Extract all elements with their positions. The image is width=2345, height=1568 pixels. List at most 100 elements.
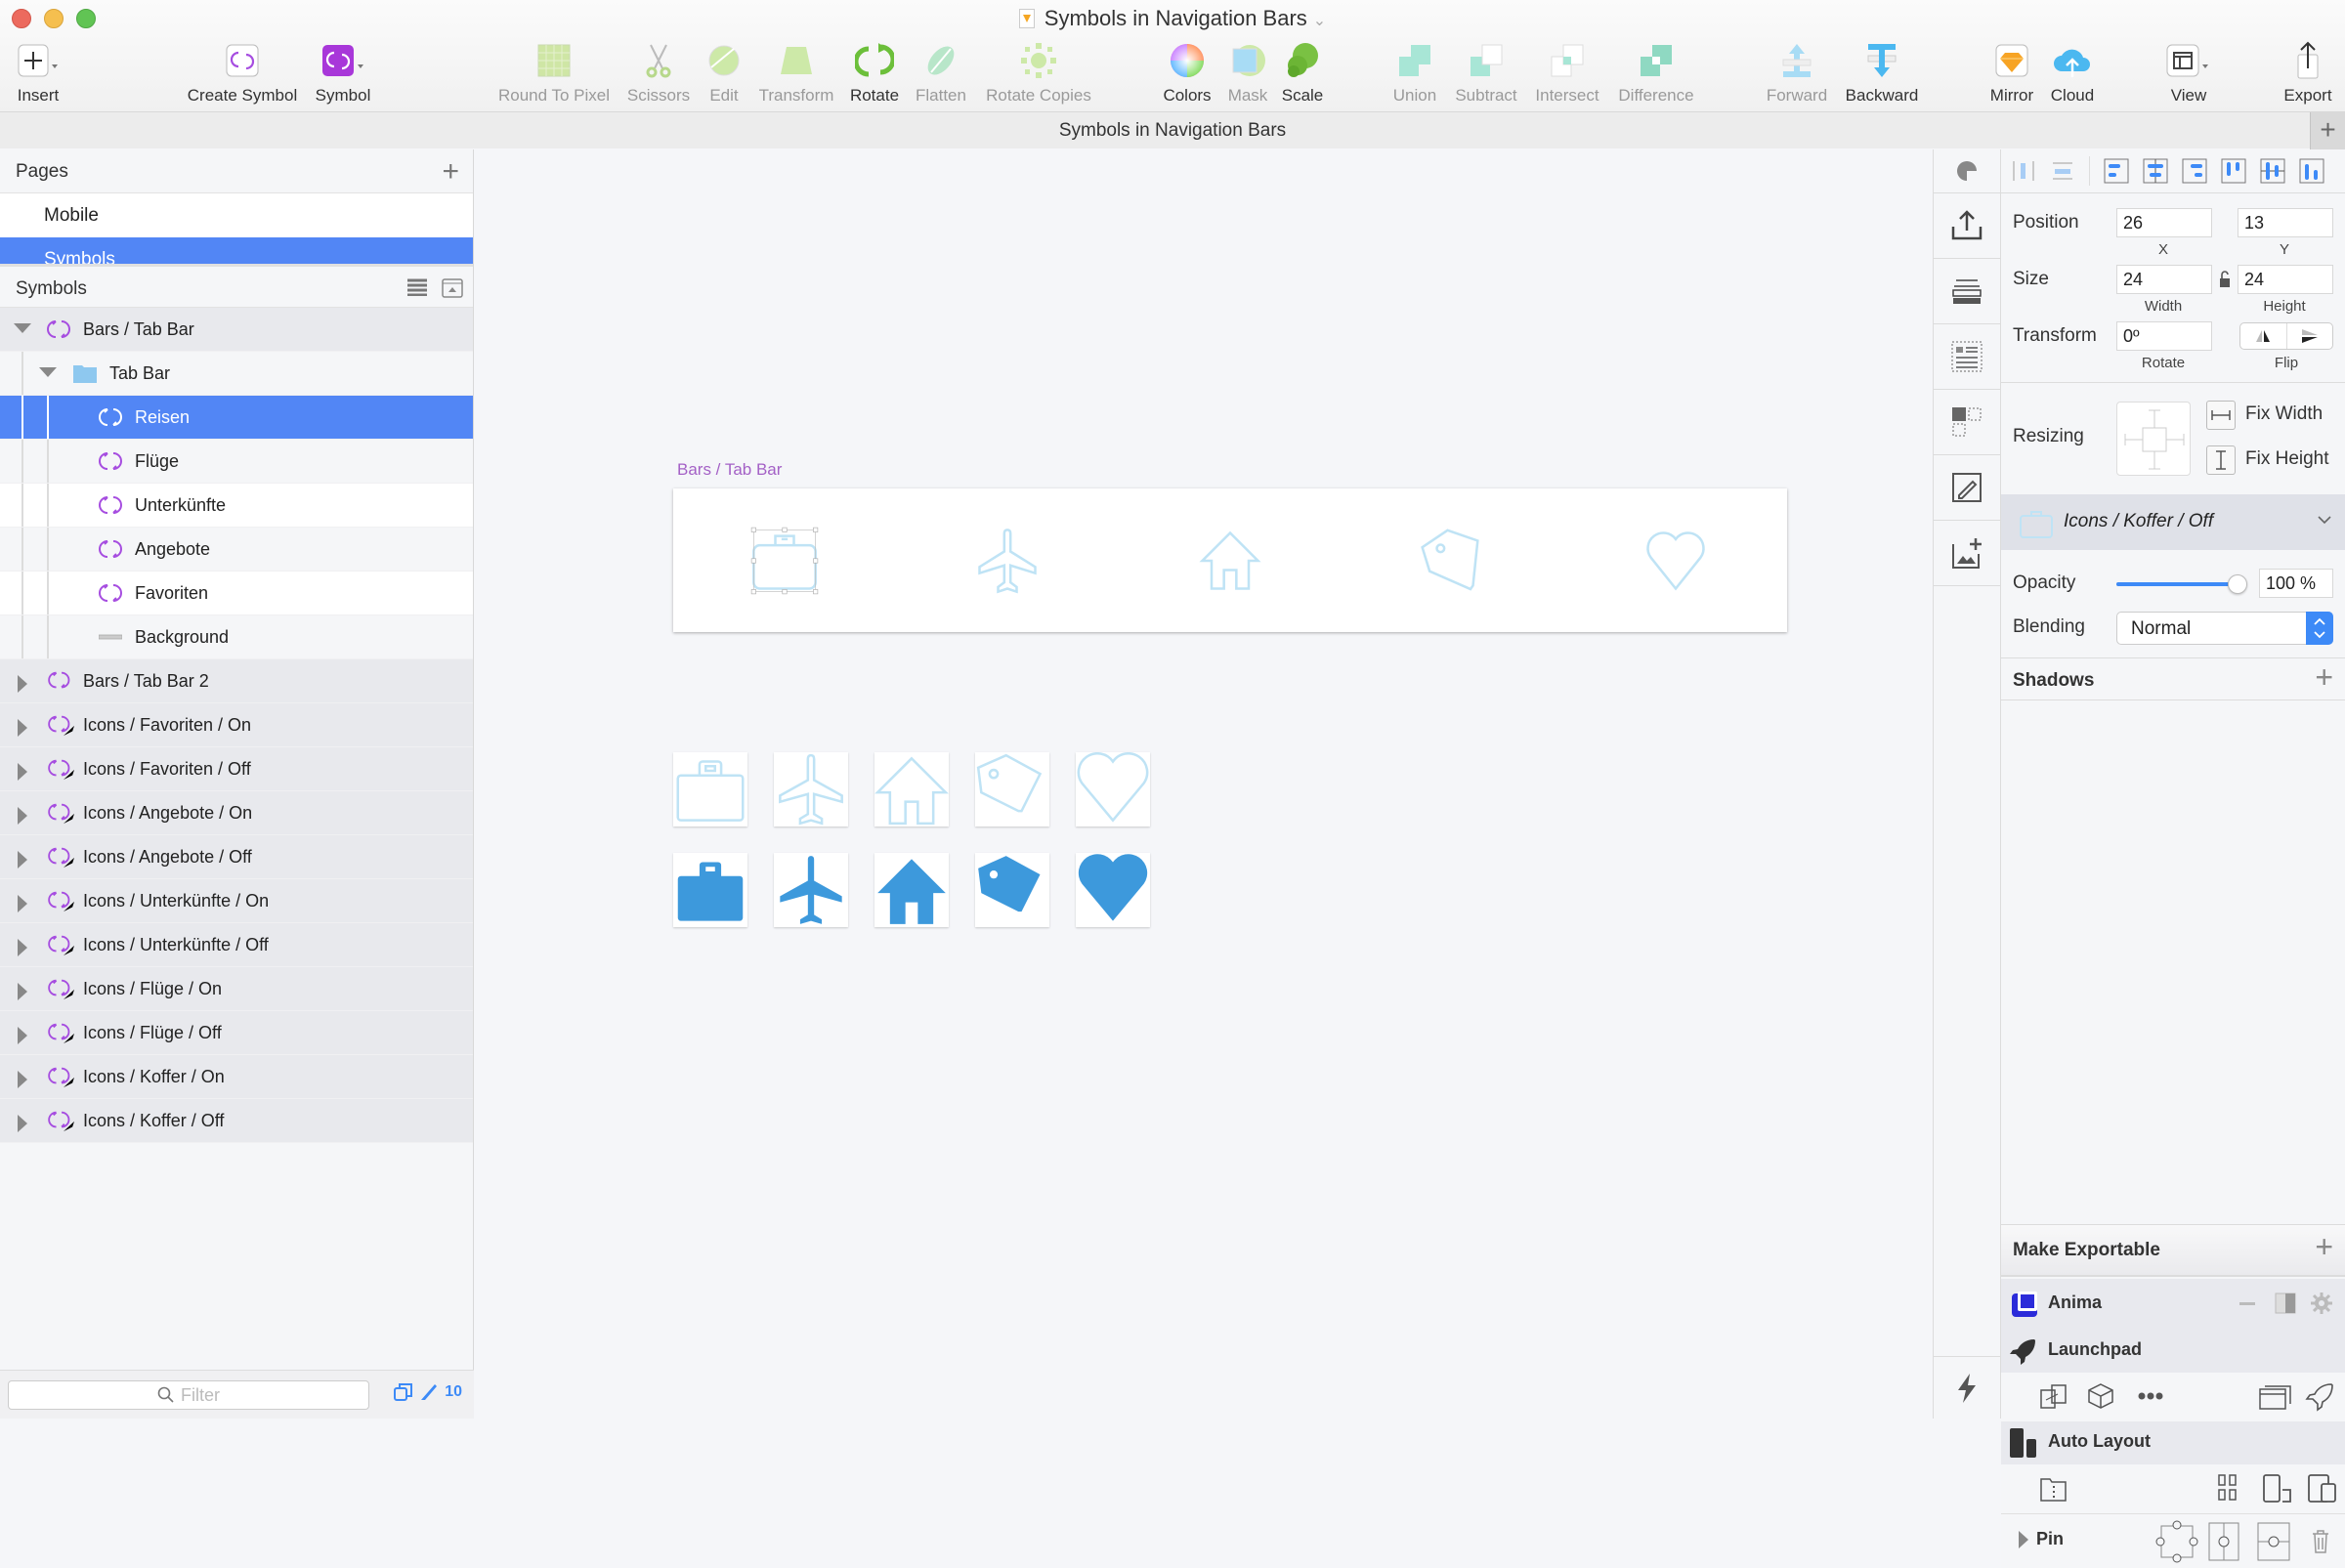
y-field[interactable]: 13	[2238, 208, 2333, 237]
layer-row[interactable]: Icons / Flüge / On	[0, 967, 473, 1011]
disclosure-triangle-icon[interactable]	[18, 807, 27, 825]
layer-row[interactable]: Icons / Unterkünfte / On	[0, 879, 473, 923]
disclosure-triangle-icon[interactable]	[14, 323, 31, 333]
layer-row[interactable]: Icons / Koffer / Off	[0, 1099, 473, 1143]
export-button[interactable]: Export	[2279, 39, 2337, 106]
disclosure-triangle-icon[interactable]	[18, 1027, 27, 1044]
flatten-button[interactable]: Flatten	[911, 39, 971, 106]
disclosure-triangle-icon[interactable]	[18, 939, 27, 956]
disclosure-triangle-icon[interactable]	[18, 763, 27, 781]
fix-width-toggle[interactable]	[2206, 401, 2236, 430]
tab-icon-fluege[interactable]	[970, 524, 1045, 598]
cloud-button[interactable]: Cloud	[2046, 39, 2099, 106]
icon-tile-unterkuenfte-on[interactable]	[874, 853, 949, 927]
document-tab[interactable]: Symbols in Navigation Bars	[1059, 120, 1286, 141]
create-symbol-button[interactable]: Create Symbol	[182, 39, 303, 106]
window-title[interactable]: Symbols in Navigation Bars ⌄	[0, 6, 2345, 31]
disclosure-triangle-icon[interactable]	[39, 367, 57, 377]
mirror-button[interactable]: Mirror	[1985, 39, 2038, 106]
x-field[interactable]: 26	[2116, 208, 2212, 237]
tab-icon-unterkuenfte[interactable]	[1193, 524, 1267, 598]
icon-tile-favoriten-off[interactable]	[1076, 752, 1150, 826]
edit-button[interactable]: Edit	[704, 39, 745, 106]
page-item-mobile[interactable]: Mobile	[0, 193, 473, 237]
backward-button[interactable]: Backward	[1841, 39, 1923, 106]
icon-tile-koffer-on[interactable]	[673, 853, 747, 927]
disclosure-triangle-icon[interactable]	[18, 983, 27, 1000]
layer-row[interactable]: Icons / Flüge / Off	[0, 1011, 473, 1055]
insert-button[interactable]: Insert	[12, 39, 64, 106]
icon-tile-unterkuenfte-off[interactable]	[874, 752, 949, 826]
icon-tile-fluege-off[interactable]	[774, 752, 848, 826]
panel-toggle-icon[interactable]	[2275, 1293, 2296, 1314]
collapse-panel-icon[interactable]	[442, 278, 463, 298]
pin-all-edges-icon[interactable]	[2155, 1520, 2198, 1563]
pin-horizontal-center-icon[interactable]	[2208, 1522, 2239, 1561]
tab-icon-angebote[interactable]	[1416, 524, 1490, 598]
filter-input[interactable]: Filter	[8, 1380, 369, 1410]
scissors-button[interactable]: Scissors	[623, 39, 694, 106]
distribute-vertical-icon[interactable]	[2050, 158, 2075, 184]
device-preview-icon[interactable]	[2263, 1474, 2292, 1504]
rail-export-button[interactable]	[1934, 193, 2000, 259]
symbols-filter-icon[interactable]	[394, 1382, 413, 1402]
rotate-copies-button[interactable]: Rotate Copies	[979, 39, 1098, 106]
disclosure-triangle-icon[interactable]	[2019, 1531, 2028, 1548]
icon-tile-angebote-on[interactable]	[975, 853, 1049, 927]
fix-height-toggle[interactable]	[2206, 445, 2236, 475]
add-export-button[interactable]: +	[2315, 1229, 2333, 1265]
layer-row[interactable]: Flüge	[0, 440, 473, 484]
artboard-label[interactable]: Bars / Tab Bar	[677, 460, 782, 480]
disclosure-triangle-icon[interactable]	[18, 895, 27, 912]
minimize-icon[interactable]	[2239, 1302, 2255, 1305]
add-page-button[interactable]: +	[442, 149, 459, 193]
browser-window-icon[interactable]	[2259, 1384, 2292, 1410]
rail-content-button[interactable]	[1934, 324, 2000, 390]
trash-icon[interactable]	[2312, 1530, 2329, 1553]
gear-icon[interactable]	[2310, 1292, 2333, 1315]
pin-vertical-center-icon[interactable]	[2257, 1522, 2290, 1561]
subtract-button[interactable]: Subtract	[1450, 39, 1522, 106]
canvas[interactable]: Bars / Tab Bar	[475, 149, 1933, 1419]
rail-edit-button[interactable]	[1934, 455, 2000, 521]
flip-vertical-button[interactable]	[2287, 323, 2333, 349]
opacity-field[interactable]: 100 %	[2259, 569, 2333, 598]
icon-tile-fluege-on[interactable]	[774, 853, 848, 927]
layer-row[interactable]: Icons / Favoriten / Off	[0, 747, 473, 791]
list-view-icon[interactable]	[406, 278, 428, 296]
slice-filter-icon[interactable]	[419, 1382, 439, 1402]
view-button[interactable]: View	[2159, 39, 2218, 106]
symbol-override-selector[interactable]: Icons / Koffer / Off	[2001, 494, 2345, 550]
disclosure-triangle-icon[interactable]	[18, 675, 27, 693]
intersect-button[interactable]: Intersect	[1530, 39, 1604, 106]
width-field[interactable]: 24	[2116, 265, 2212, 294]
lock-open-icon[interactable]	[2218, 271, 2232, 288]
layer-row[interactable]: Reisen	[0, 396, 473, 440]
new-tab-button[interactable]: +	[2310, 112, 2345, 149]
rocket-outline-icon[interactable]	[2304, 1382, 2333, 1412]
align-bottom-icon[interactable]	[2299, 158, 2324, 184]
layer-row[interactable]: Unterkünfte	[0, 484, 473, 528]
icon-tile-angebote-off[interactable]	[975, 752, 1049, 826]
disclosure-triangle-icon[interactable]	[18, 1071, 27, 1088]
layer-row[interactable]: Bars / Tab Bar	[0, 308, 473, 352]
opacity-slider[interactable]	[2116, 574, 2247, 594]
align-middle-vertical-icon[interactable]	[2260, 158, 2285, 184]
tab-icon-reisen[interactable]	[747, 524, 822, 598]
layer-row[interactable]: Favoriten	[0, 572, 473, 615]
align-top-icon[interactable]	[2221, 158, 2246, 184]
layer-row[interactable]: Icons / Angebote / On	[0, 791, 473, 835]
flip-horizontal-button[interactable]	[2240, 323, 2287, 349]
rail-layers-button[interactable]	[1934, 259, 2000, 324]
align-right-icon[interactable]	[2182, 158, 2207, 184]
page-item-symbols[interactable]: Symbols	[0, 237, 473, 264]
disclosure-triangle-icon[interactable]	[18, 851, 27, 869]
rotate-field[interactable]: 0º	[2116, 321, 2212, 351]
layer-row[interactable]: Icons / Koffer / On	[0, 1055, 473, 1099]
transform-button[interactable]: Transform	[756, 39, 836, 106]
more-icon[interactable]	[2138, 1392, 2163, 1400]
disclosure-triangle-icon[interactable]	[18, 719, 27, 737]
link-artboards-icon[interactable]	[2040, 1384, 2068, 1410]
forward-button[interactable]: Forward	[1763, 39, 1831, 106]
stack-group-icon[interactable]	[2040, 1476, 2068, 1502]
